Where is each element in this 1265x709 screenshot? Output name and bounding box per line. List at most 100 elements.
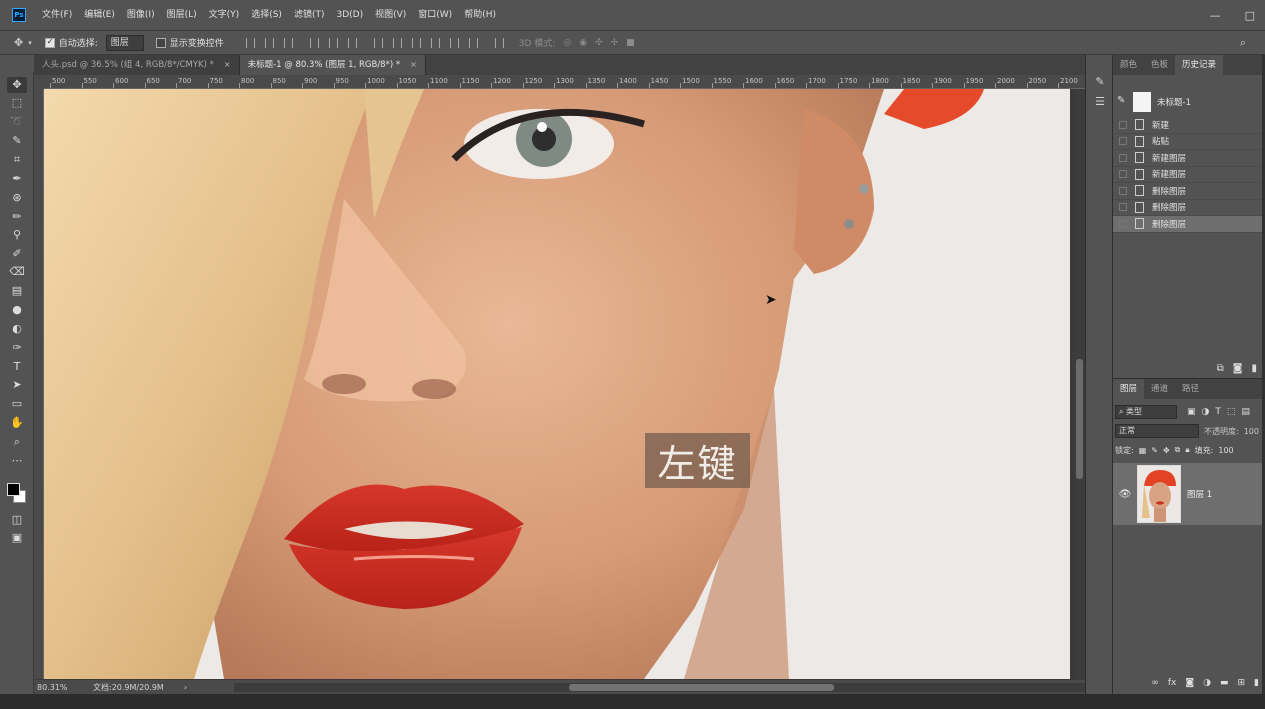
fill-value[interactable]: 100 — [1218, 446, 1233, 455]
link-layers-icon[interactable]: ∞ — [1151, 678, 1159, 688]
adjustment-layer-icon[interactable]: ◑ — [1203, 678, 1211, 688]
distribute-top-icon[interactable] — [373, 37, 383, 48]
history-snapshot[interactable]: ✎ 未标题-1 — [1113, 89, 1265, 115]
auto-align-icon[interactable] — [494, 37, 504, 48]
lock-artboard-icon[interactable]: ⧉ — [1175, 445, 1181, 455]
filter-smart-object-icon[interactable]: ▤ — [1241, 407, 1250, 417]
distribute-hcenter-icon[interactable] — [449, 37, 459, 48]
3d-scale-icon[interactable]: ■ — [626, 38, 635, 48]
layer-name[interactable]: 图层 1 — [1187, 488, 1212, 500]
adjustments-icon[interactable]: ☰ — [1092, 95, 1108, 111]
distribute-left-icon[interactable] — [430, 37, 440, 48]
align-hcenter-icon[interactable] — [328, 37, 338, 48]
vertical-scrollbar-thumb[interactable] — [1076, 359, 1083, 479]
clone-stamp-tool-icon[interactable]: ⚲ — [7, 227, 27, 243]
zoom-tool-icon[interactable]: ⌕ — [7, 434, 27, 450]
marquee-tool-icon[interactable]: ⬚ — [7, 95, 27, 111]
eraser-tool-icon[interactable]: ⌫ — [7, 264, 27, 280]
align-top-icon[interactable] — [245, 37, 255, 48]
healing-brush-tool-icon[interactable]: ⊛ — [7, 190, 27, 206]
history-item[interactable]: 粘贴 — [1113, 134, 1265, 150]
quick-mask-icon[interactable]: ◫ — [7, 512, 27, 528]
distribute-right-icon[interactable] — [468, 37, 478, 48]
chevron-down-icon[interactable]: ▾ — [28, 39, 32, 47]
trash-icon[interactable]: ▮ — [1251, 363, 1257, 374]
history-source-box[interactable] — [1119, 153, 1127, 162]
search-icon[interactable]: ⌕ — [1240, 36, 1246, 50]
history-source-box[interactable] — [1119, 137, 1127, 146]
tab-paths[interactable]: 路径 — [1175, 379, 1206, 399]
new-group-icon[interactable]: ▬ — [1220, 678, 1229, 688]
filter-shape-icon[interactable]: ⬚ — [1227, 407, 1236, 417]
hand-tool-icon[interactable]: ✋ — [7, 415, 27, 431]
menu-filter[interactable]: 滤镜(T) — [288, 0, 331, 31]
distribute-vcenter-icon[interactable] — [392, 37, 402, 48]
filter-adjustment-icon[interactable]: ◑ — [1202, 407, 1210, 417]
3d-rotate-icon[interactable]: ◎ — [563, 38, 571, 48]
lock-position-icon[interactable]: ✥ — [1163, 446, 1170, 455]
new-document-from-state-icon[interactable]: ⧉ — [1217, 363, 1224, 374]
lasso-tool-icon[interactable]: ➰ — [7, 114, 27, 130]
history-source-box[interactable] — [1119, 219, 1127, 228]
auto-select-target-dropdown[interactable]: 图层 — [105, 34, 144, 51]
foreground-color-swatch[interactable] — [7, 483, 20, 496]
trash-icon[interactable]: ▮ — [1254, 678, 1259, 688]
lock-all-icon[interactable]: 🔒︎ — [1185, 445, 1189, 455]
blend-mode-dropdown[interactable]: 正常 — [1115, 424, 1199, 438]
tab-color[interactable]: 颜色 — [1113, 55, 1144, 75]
tab-swatches[interactable]: 色板 — [1144, 55, 1175, 75]
menu-view[interactable]: 视图(V) — [369, 0, 412, 31]
align-bottom-icon[interactable] — [283, 37, 293, 48]
lock-transparent-icon[interactable]: ▦ — [1139, 446, 1147, 455]
history-item-current[interactable]: 删除图层 — [1113, 216, 1265, 233]
history-item[interactable]: 新建图层 — [1113, 167, 1265, 183]
layer-filter-dropdown[interactable]: ⌕ 类型 — [1115, 405, 1177, 419]
move-tool-icon[interactable]: ✥ — [7, 77, 27, 93]
more-tools-icon[interactable]: ⋯ — [7, 453, 27, 469]
menu-help[interactable]: 帮助(H) — [458, 0, 502, 31]
history-item[interactable]: 新建 — [1113, 117, 1265, 134]
tab-history[interactable]: 历史记录 — [1175, 55, 1224, 75]
menu-image[interactable]: 图像(I) — [121, 0, 161, 31]
menu-type[interactable]: 文字(Y) — [203, 0, 246, 31]
menu-select[interactable]: 选择(S) — [245, 0, 288, 31]
blur-tool-icon[interactable]: ● — [7, 302, 27, 318]
history-item[interactable]: 删除图层 — [1113, 200, 1265, 216]
history-source-box[interactable] — [1119, 170, 1127, 179]
quick-select-tool-icon[interactable]: ✎ — [7, 133, 27, 149]
show-transform-checkbox[interactable] — [155, 37, 166, 48]
camera-icon[interactable]: ◙ — [1233, 363, 1243, 374]
3d-pan-icon[interactable]: ✣ — [595, 38, 603, 48]
document-canvas[interactable] — [44, 89, 1074, 679]
align-right-icon[interactable] — [347, 37, 357, 48]
menu-3d[interactable]: 3D(D) — [330, 0, 369, 31]
eye-visibility-icon[interactable]: 👁︎ — [1113, 489, 1137, 500]
crop-tool-icon[interactable]: ⌗ — [7, 152, 27, 168]
auto-select-checkbox[interactable] — [44, 37, 55, 48]
menu-edit[interactable]: 编辑(E) — [78, 0, 121, 31]
filter-pixel-icon[interactable]: ▣ — [1187, 407, 1196, 417]
vertical-scrollbar[interactable] — [1074, 89, 1085, 679]
path-select-tool-icon[interactable]: ➤ — [7, 377, 27, 393]
tab-head-psd[interactable]: 人头.psd @ 36.5% (组 4, RGB/8*/CMYK) * × — [34, 55, 240, 75]
pen-tool-icon[interactable]: ✑ — [7, 340, 27, 356]
align-left-icon[interactable] — [309, 37, 319, 48]
tab-untitled-1[interactable]: 未标题-1 @ 80.3% (图层 1, RGB/8*) * × — [239, 55, 426, 75]
history-item[interactable]: 新建图层 — [1113, 150, 1265, 167]
brush-preset-icon[interactable]: ✎ — [1092, 75, 1108, 91]
move-tool-icon[interactable]: ✥ — [14, 36, 23, 49]
gradient-tool-icon[interactable]: ▤ — [7, 283, 27, 299]
3d-slide-icon[interactable]: ✢ — [611, 38, 619, 48]
horizontal-scrollbar[interactable] — [234, 683, 1094, 692]
eyedropper-tool-icon[interactable]: ✒ — [7, 171, 27, 187]
opacity-value[interactable]: 100 — [1244, 427, 1259, 436]
dodge-tool-icon[interactable]: ◐ — [7, 321, 27, 337]
brush-tool-icon[interactable]: ✏ — [7, 209, 27, 225]
horizontal-scrollbar-thumb[interactable] — [569, 684, 834, 691]
filter-type-icon[interactable]: T — [1215, 407, 1221, 417]
history-source-box[interactable] — [1119, 203, 1127, 212]
new-layer-icon[interactable]: ⊞ — [1238, 678, 1246, 688]
tab-layers[interactable]: 图层 — [1113, 379, 1145, 399]
history-brush-tool-icon[interactable]: ✐ — [7, 246, 27, 262]
screen-mode-icon[interactable]: ▣ — [7, 530, 27, 546]
